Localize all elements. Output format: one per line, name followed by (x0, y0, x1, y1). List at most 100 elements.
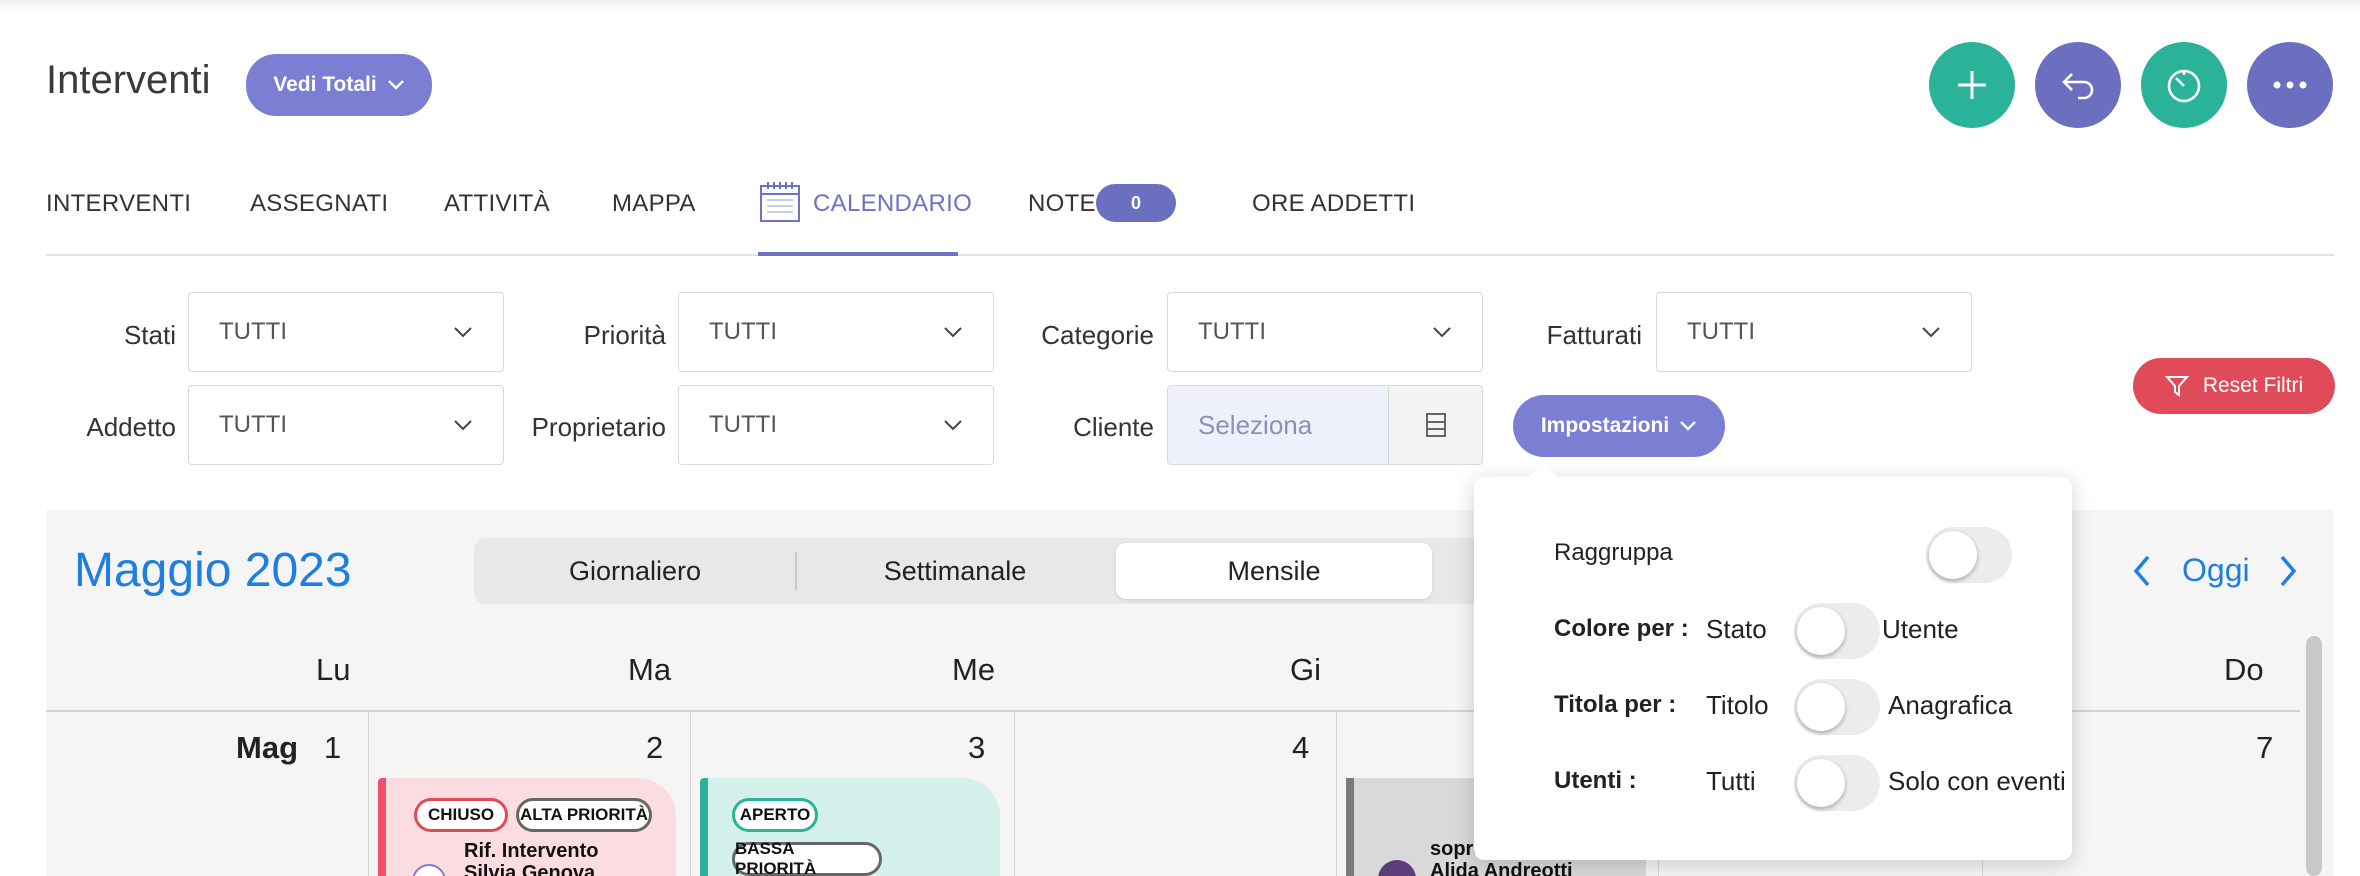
calendar-icon (760, 182, 800, 222)
vedi-totali-button[interactable]: Vedi Totali (246, 54, 432, 116)
day-divider (368, 712, 369, 876)
chevron-down-icon (1433, 327, 1451, 338)
utenti-label: Utenti : (1554, 767, 1637, 794)
tab-ore-addetti[interactable]: ORE ADDETTI (1252, 190, 1415, 218)
status-badge: CHIUSO (414, 798, 508, 832)
avatar (1378, 860, 1416, 876)
toggle-knob (1797, 683, 1845, 731)
weekday-do: Do (2224, 652, 2264, 687)
chevron-down-icon (1680, 421, 1697, 431)
plus-icon (1958, 71, 1986, 99)
cliente-placeholder: Seleziona (1198, 409, 1313, 440)
page-title: Interventi (46, 58, 211, 102)
popup-arrow (1527, 462, 1559, 494)
day-number-7: 7 (2256, 730, 2274, 765)
month-prefix: Mag (236, 730, 298, 765)
tab-interventi[interactable]: INTERVENTI (46, 190, 191, 218)
stati-label: Stati (123, 320, 176, 350)
utenti-left: Tutti (1706, 766, 1756, 796)
cliente-picker-button[interactable] (1388, 386, 1482, 464)
chevron-down-icon (944, 327, 962, 338)
fatturati-select[interactable]: TUTTI (1656, 292, 1972, 372)
impostazioni-button[interactable]: Impostazioni (1513, 395, 1725, 457)
priorita-select[interactable]: TUTTI (678, 292, 994, 372)
weekday-gi: Gi (1290, 652, 1321, 687)
tab-calendario[interactable]: CALENDARIO (813, 190, 972, 218)
next-month-icon[interactable] (2276, 553, 2300, 589)
titola-per-right: Anagrafica (1888, 690, 2013, 720)
tab-mappa[interactable]: MAPPA (612, 190, 696, 218)
cliente-field: Seleziona (1167, 385, 1483, 465)
chevron-down-icon (944, 420, 962, 431)
active-tab-indicator (758, 252, 958, 256)
settings-popup: Raggruppa Colore per : Stato Utente Tito… (1474, 462, 2072, 860)
today-button[interactable]: Oggi (2182, 552, 2250, 589)
day-divider (690, 712, 691, 876)
chevron-down-icon (1922, 327, 1940, 338)
more-icon (2273, 81, 2307, 89)
chevron-down-icon (454, 327, 472, 338)
raggruppa-label: Raggruppa (1554, 539, 1673, 566)
reset-filtri-label: Reset Filtri (2202, 374, 2304, 397)
tab-attivita[interactable]: ATTIVITÀ (444, 190, 550, 218)
calendar-scrollbar[interactable] (2306, 636, 2322, 876)
back-button[interactable] (2035, 42, 2121, 128)
timer-button[interactable] (2141, 42, 2227, 128)
event-subtitle: Silvia Genova (464, 862, 596, 876)
colore-per-left: Stato (1706, 614, 1767, 644)
colore-per-toggle[interactable] (1794, 603, 1880, 659)
note-count-badge: 0 (1096, 184, 1176, 222)
prev-month-icon[interactable] (2130, 553, 2154, 589)
weekday-ma: Ma (628, 652, 672, 687)
timer-icon (2167, 69, 2201, 103)
view-divider (795, 552, 797, 590)
add-button[interactable] (1929, 42, 2015, 128)
toggle-knob (1797, 607, 1845, 655)
vedi-totali-label: Vedi Totali (273, 73, 377, 96)
categorie-label: Categorie (1041, 320, 1154, 350)
reset-filtri-button[interactable]: Reset Filtri (2133, 358, 2335, 414)
day-number-1: 1 (324, 730, 342, 765)
more-button[interactable] (2247, 42, 2333, 128)
tab-note[interactable]: NOTE (1028, 190, 1096, 218)
view-mensile[interactable]: Mensile (1116, 543, 1432, 599)
weekday-me: Me (952, 652, 996, 687)
weekday-lu: Lu (316, 652, 351, 687)
day-number-2: 2 (646, 730, 664, 765)
filter-icon (2164, 376, 2189, 397)
stati-value: TUTTI (219, 318, 287, 345)
cliente-input[interactable]: Seleziona (1168, 386, 1388, 464)
list-icon (1425, 413, 1446, 437)
addetto-value: TUTTI (219, 411, 287, 438)
fatturati-value: TUTTI (1687, 318, 1755, 345)
day-divider (1014, 712, 1015, 876)
titola-per-label: Titola per : (1554, 691, 1677, 718)
event-card[interactable]: APERTO BASSA PRIORITÀ (700, 778, 1000, 876)
colore-per-label: Colore per : (1554, 615, 1689, 642)
utenti-toggle[interactable] (1794, 755, 1880, 811)
toggle-knob (1929, 531, 1977, 579)
proprietario-value: TUTTI (709, 411, 777, 438)
cliente-label: Cliente (1073, 412, 1154, 442)
categorie-select[interactable]: TUTTI (1167, 292, 1483, 372)
fatturati-label: Fatturati (1546, 320, 1642, 350)
event-title: Rif. Intervento (464, 840, 599, 862)
day-number-3: 3 (968, 730, 986, 765)
addetto-label: Addetto (86, 412, 176, 442)
titola-per-toggle[interactable] (1794, 679, 1880, 735)
colore-per-right: Utente (1882, 614, 1959, 644)
view-settimanale[interactable]: Settimanale (800, 543, 1110, 599)
stati-select[interactable]: TUTTI (188, 292, 504, 372)
categorie-value: TUTTI (1198, 318, 1266, 345)
view-giornaliero[interactable]: Giornaliero (480, 543, 790, 599)
chevron-down-icon (454, 420, 472, 431)
priority-badge: ALTA PRIORITÀ (516, 798, 652, 832)
raggruppa-toggle[interactable] (1926, 527, 2012, 583)
chevron-down-icon (387, 80, 404, 90)
top-shadow (0, 0, 2360, 12)
proprietario-select[interactable]: TUTTI (678, 385, 994, 465)
event-card[interactable]: CHIUSO ALTA PRIORITÀ Rif. Intervento Sil… (378, 778, 676, 876)
month-title: Maggio 2023 (74, 544, 352, 597)
addetto-select[interactable]: TUTTI (188, 385, 504, 465)
tab-assegnati[interactable]: ASSEGNATI (250, 190, 388, 218)
